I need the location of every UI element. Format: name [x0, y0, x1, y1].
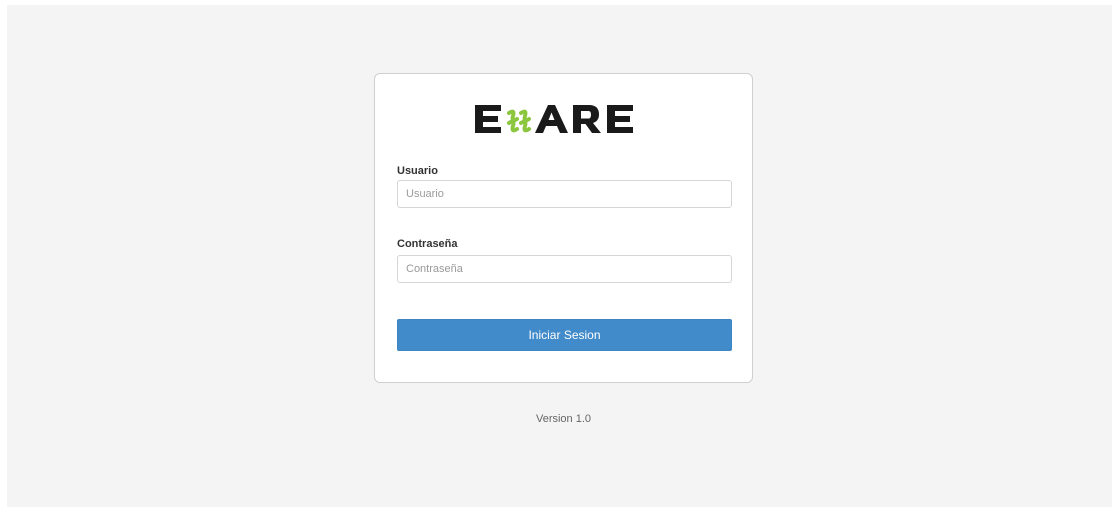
essare-logo [375, 96, 752, 142]
username-label: Usuario [397, 165, 438, 177]
login-card: Usuario Contraseña Iniciar Sesion [374, 73, 753, 383]
username-input[interactable] [397, 180, 732, 208]
login-button[interactable]: Iniciar Sesion [397, 319, 732, 351]
password-label: Contraseña [397, 238, 458, 250]
password-input[interactable] [397, 255, 732, 283]
essare-logo-graphic [474, 105, 633, 133]
version-text: Version 1.0 [535, 413, 592, 425]
